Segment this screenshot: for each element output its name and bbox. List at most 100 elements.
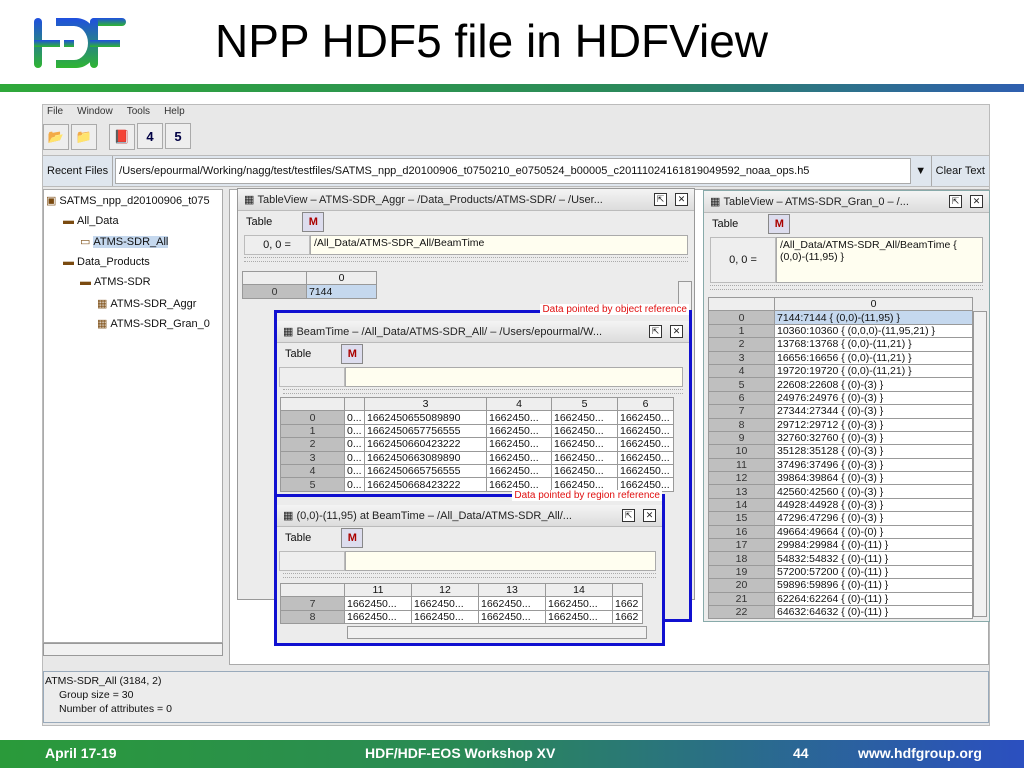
table-cell[interactable]: 1662450... [478, 596, 546, 611]
row-header[interactable]: 9 [708, 430, 775, 446]
row-header[interactable]: 4 [708, 363, 775, 379]
column-header[interactable]: 0 [774, 296, 973, 312]
column-header[interactable]: 11 [344, 582, 412, 598]
row-header[interactable]: 22 [708, 604, 775, 620]
row-header[interactable]: 14 [708, 497, 775, 513]
table-cell[interactable]: 16656:16656 { (0,0)-(11,21) } [774, 350, 973, 365]
tree-horizontal-scrollbar[interactable] [43, 643, 223, 656]
menu-help[interactable]: Help [164, 106, 185, 117]
tree-node[interactable]: ▦ ATMS-SDR_Gran_0 [97, 317, 210, 330]
table-cell[interactable]: 39864:39864 { (0)-(3) } [774, 471, 973, 486]
tree-node[interactable]: ▬ All_Data [63, 215, 119, 227]
tree-node[interactable]: ▦ ATMS-SDR_Aggr [97, 297, 196, 310]
row-header[interactable]: 0 [242, 284, 307, 299]
table-cell[interactable]: 57200:57200 { (0)-(11) } [774, 564, 973, 580]
clear-text-button[interactable]: Clear Text [930, 156, 989, 186]
row-header[interactable]: 20 [708, 578, 775, 593]
table-cell[interactable]: 1662450... [486, 463, 552, 479]
table-cell[interactable]: 1662450... [411, 596, 479, 611]
column-header[interactable]: 6 [617, 396, 674, 412]
column-header[interactable]: 3 [364, 396, 487, 412]
table-cell[interactable]: 0... [344, 437, 365, 452]
column-header[interactable]: 14 [545, 582, 613, 598]
row-header[interactable]: 2 [708, 337, 775, 352]
tree-node[interactable]: ▬ Data_Products [63, 256, 150, 268]
table-cell[interactable]: 1662450665756555 [364, 463, 487, 479]
tree-node[interactable]: ▬ ATMS-SDR [80, 276, 151, 288]
maximize-icon[interactable]: ⇱ [654, 193, 667, 206]
row-header[interactable]: 16 [708, 524, 775, 540]
table-cell[interactable]: 1662450... [617, 410, 674, 425]
row-header[interactable]: 7 [280, 596, 345, 611]
recent-files-combo[interactable]: /Users/epourmal/Working/nagg/test/testfi… [115, 158, 911, 184]
column-header[interactable]: 13 [478, 582, 546, 598]
row-header[interactable]: 6 [708, 390, 775, 406]
table-cell[interactable]: 1662450... [617, 437, 674, 452]
table-cell[interactable]: 1662450... [411, 609, 479, 625]
row-header[interactable]: 19 [708, 564, 775, 580]
table-cell[interactable]: 1662450... [617, 423, 674, 439]
row-header[interactable]: 17 [708, 538, 775, 553]
table-cell[interactable]: 1662450655089890 [364, 410, 487, 425]
table-cell[interactable]: 37496:37496 { (0)-(3) } [774, 457, 973, 473]
table-cell[interactable]: 1662450... [551, 463, 618, 479]
menu-window[interactable]: Window [77, 106, 113, 117]
row-header[interactable]: 8 [280, 609, 345, 625]
table-cell[interactable]: 1662450657756555 [364, 423, 487, 439]
table-cell[interactable]: 1662450660423222 [364, 437, 487, 452]
row-header[interactable]: 7 [708, 404, 775, 419]
cell-value-field[interactable] [345, 367, 683, 387]
column-header[interactable] [344, 396, 365, 412]
menu-tools[interactable]: Tools [127, 106, 150, 117]
table-cell[interactable]: 35128:35128 { (0)-(3) } [774, 444, 973, 459]
cell-value-field[interactable] [345, 551, 656, 571]
row-header[interactable]: 2 [280, 437, 345, 452]
chart-icon[interactable]: M [768, 214, 791, 234]
row-header[interactable]: 15 [708, 511, 775, 526]
row-header[interactable]: 0 [280, 410, 345, 425]
table-cell[interactable]: 1662450... [551, 410, 618, 425]
help-book-icon[interactable]: 📕 [109, 123, 135, 150]
table-cell[interactable]: 7144:7144 { (0,0)-(11,95) } [774, 310, 973, 325]
horizontal-scrollbar[interactable] [347, 626, 647, 639]
vertical-scrollbar[interactable] [973, 311, 987, 617]
table-cell[interactable]: 44928:44928 { (0)-(3) } [774, 497, 973, 513]
row-header[interactable]: 4 [280, 463, 345, 479]
table-cell[interactable]: 1662450... [486, 450, 552, 465]
table-cell[interactable]: 1662450... [545, 609, 613, 625]
tree-node[interactable]: ▣ SATMS_npp_d20100906_t075 [46, 194, 210, 207]
table-cell[interactable]: 10360:10360 { (0,0,0)-(11,95,21) } [774, 323, 973, 339]
chart-icon[interactable]: M [341, 528, 364, 548]
menu-file[interactable]: File [47, 106, 63, 117]
maximize-icon[interactable]: ⇱ [949, 195, 962, 208]
table-cell[interactable]: 1662450... [617, 450, 674, 465]
maximize-icon[interactable]: ⇱ [649, 325, 662, 338]
row-header[interactable]: 13 [708, 484, 775, 499]
close-icon[interactable]: ✕ [675, 193, 688, 206]
table-cell[interactable]: 1662450... [545, 596, 613, 611]
table-cell[interactable]: 32760:32760 { (0)-(3) } [774, 430, 973, 446]
table-cell[interactable]: 1662450... [617, 463, 674, 479]
table-cell[interactable]: 59896:59896 { (0)-(11) } [774, 578, 973, 593]
close-icon[interactable]: ✕ [670, 325, 683, 338]
row-header[interactable]: 3 [280, 450, 345, 465]
table-cell[interactable]: 0... [344, 477, 365, 492]
close-icon[interactable]: ✕ [643, 509, 656, 522]
table-cell[interactable]: 0... [344, 463, 365, 479]
table-cell[interactable]: 19720:19720 { (0,0)-(11,21) } [774, 363, 973, 379]
table-cell[interactable]: 0... [344, 410, 365, 425]
row-header[interactable]: 3 [708, 350, 775, 365]
chart-icon[interactable]: M [302, 212, 325, 232]
table-cell[interactable]: 13768:13768 { (0,0)-(11,21) } [774, 337, 973, 352]
table-cell[interactable]: 1662450663089890 [364, 450, 487, 465]
table-cell[interactable]: 1662450... [478, 609, 546, 625]
table-menu[interactable]: Table [712, 218, 738, 230]
row-header[interactable]: 8 [708, 417, 775, 432]
table-cell[interactable]: 1662450... [344, 596, 412, 611]
row-header[interactable]: 5 [708, 377, 775, 392]
column-header[interactable]: 0 [306, 270, 377, 286]
tree-node[interactable]: ▭ ATMS-SDR_All [80, 235, 169, 248]
table-cell[interactable]: 1662450... [486, 423, 552, 439]
table-cell[interactable]: 22608:22608 { (0)-(3) } [774, 377, 973, 392]
row-header[interactable]: 1 [280, 423, 345, 439]
